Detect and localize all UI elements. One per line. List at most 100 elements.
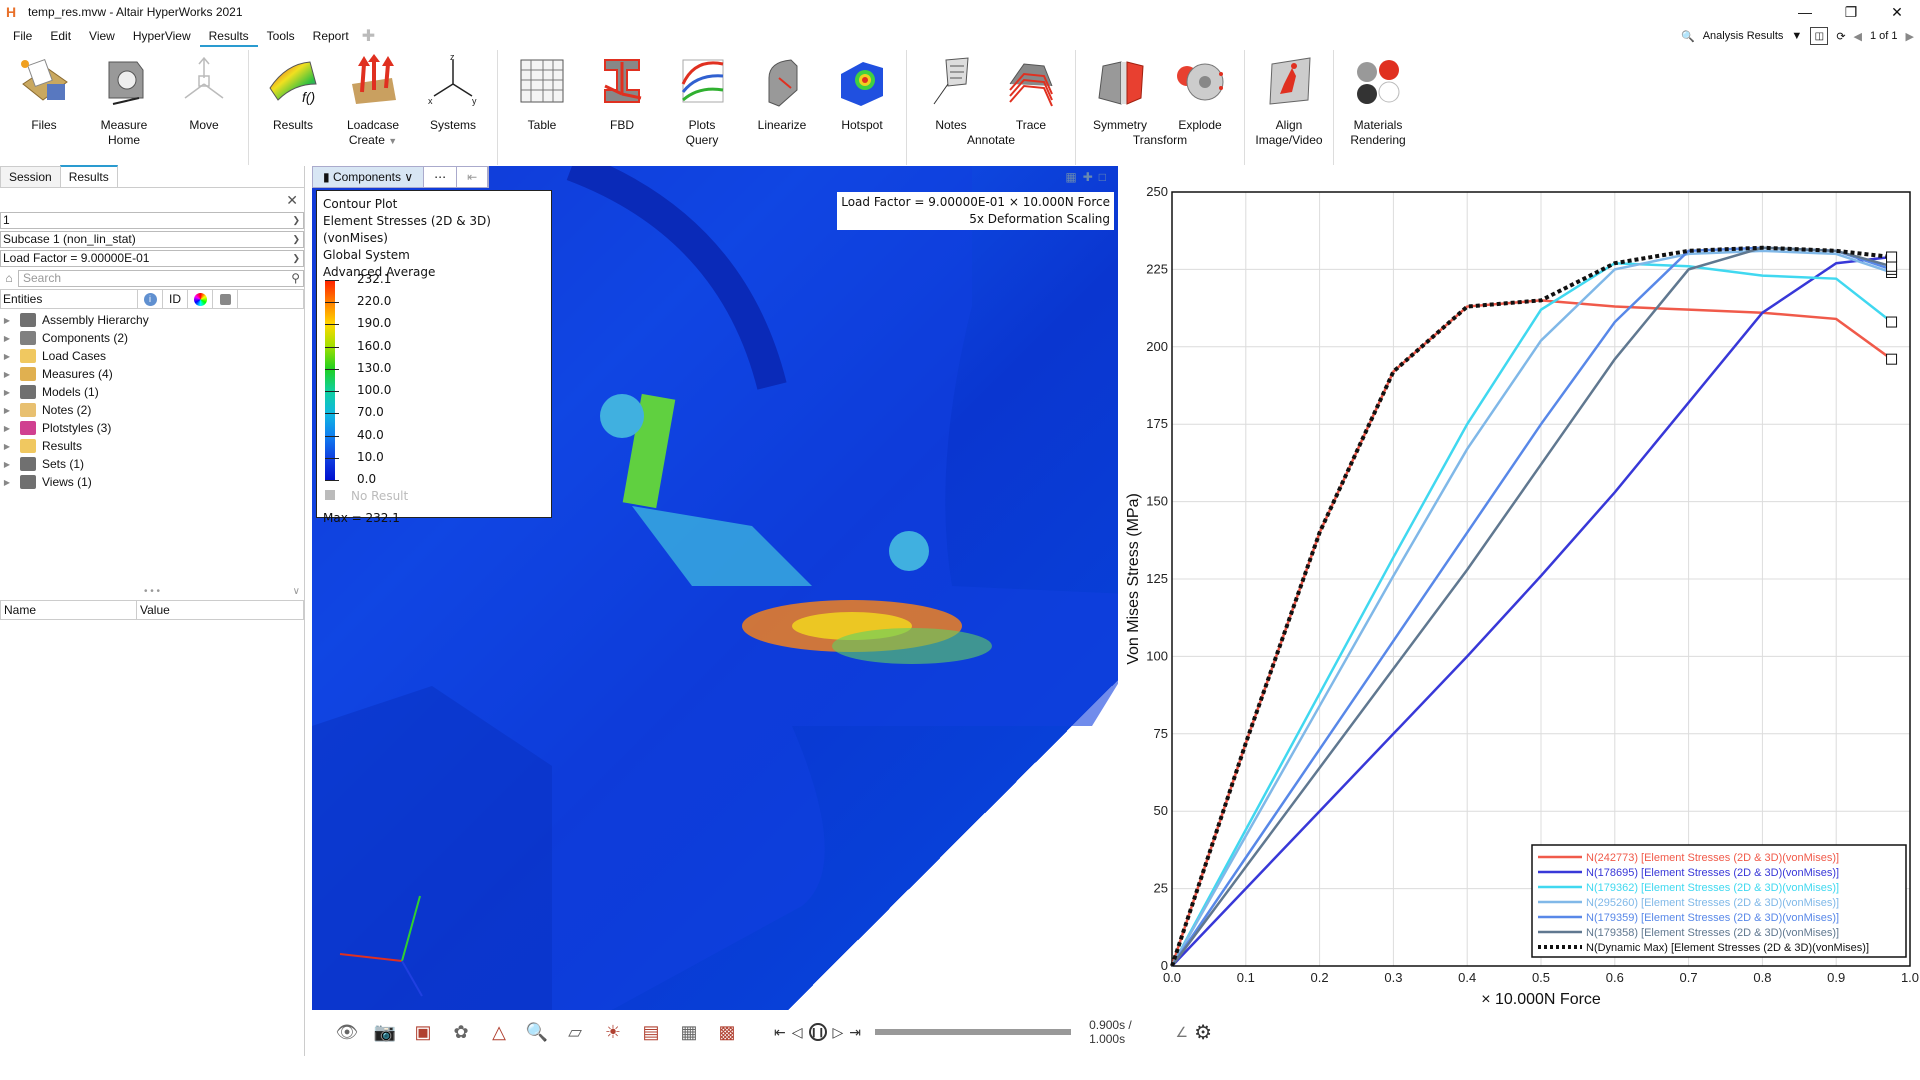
color-wheel-icon[interactable]: [188, 290, 213, 308]
eye-icon[interactable]: 👁: [328, 1017, 366, 1047]
expand-icon[interactable]: ▶: [0, 406, 14, 415]
contour-icon[interactable]: ☀: [594, 1017, 632, 1047]
expand-icon[interactable]: ▶: [0, 424, 14, 433]
results-tool[interactable]: f() Results: [253, 50, 333, 132]
component-selector[interactable]: ▮ Components ∨: [313, 167, 425, 187]
tree-item[interactable]: ▶ Measures (4): [0, 365, 304, 383]
cube-icon[interactable]: ▣: [404, 1017, 442, 1047]
close-button[interactable]: ✕: [1874, 0, 1920, 24]
explode-tool[interactable]: Explode: [1160, 50, 1240, 132]
tree-item[interactable]: ▶ Sets (1): [0, 455, 304, 473]
expand-icon[interactable]: ▶: [0, 334, 14, 343]
axes-icon[interactable]: △: [480, 1017, 518, 1047]
align-tool[interactable]: Align: [1249, 50, 1329, 132]
menu-file[interactable]: File: [4, 25, 41, 47]
frame-icon[interactable]: ▦: [670, 1017, 708, 1047]
group-label-imagevideo: Image/Video: [1255, 133, 1323, 147]
deform-icon[interactable]: ▤: [632, 1017, 670, 1047]
info-icon[interactable]: i: [138, 290, 163, 308]
box-icon[interactable]: ▩: [708, 1017, 746, 1047]
move-tool[interactable]: Move: [164, 50, 244, 132]
expand-icon[interactable]: ▶: [0, 352, 14, 361]
add-ribbon-icon[interactable]: ✚: [362, 26, 375, 46]
search-input[interactable]: Search ⚲: [18, 269, 304, 287]
last-frame-icon[interactable]: ⇥: [849, 1024, 861, 1041]
first-frame-icon[interactable]: ⇤: [774, 1024, 786, 1041]
plots-tool[interactable]: Plots: [662, 50, 742, 132]
easing-icon[interactable]: ∠: [1176, 1024, 1189, 1041]
tree-item-label: Components (2): [42, 331, 129, 345]
tab-results[interactable]: Results: [59, 165, 118, 187]
gear-icon[interactable]: ⚙: [1194, 1020, 1212, 1045]
home-icon[interactable]: ⌂: [0, 271, 18, 285]
color-wheel-icon[interactable]: ✿: [442, 1017, 480, 1047]
section-icon[interactable]: ▱: [556, 1017, 594, 1047]
restore-button[interactable]: ❐: [1828, 0, 1874, 24]
tree-item[interactable]: ▶ Plotstyles (3): [0, 419, 304, 437]
tree-item[interactable]: ▶ Assembly Hierarchy: [0, 311, 304, 329]
linearize-tool[interactable]: Linearize: [742, 50, 822, 132]
subcase-select[interactable]: Subcase 1 (non_lin_stat) ❯: [0, 231, 304, 248]
id-column[interactable]: ID: [163, 290, 188, 308]
expand-icon[interactable]: ▶: [0, 460, 14, 469]
loadcase-tool[interactable]: Loadcase: [333, 50, 413, 132]
tree-item[interactable]: ▶ Models (1): [0, 383, 304, 401]
camera-icon[interactable]: 📷: [366, 1017, 404, 1047]
prev-page-icon[interactable]: ◀: [1854, 30, 1862, 43]
page-selector[interactable]: Analysis Results: [1703, 30, 1784, 42]
layout-icon[interactable]: ◫: [1810, 27, 1829, 45]
window-title: temp_res.mvw - Altair HyperWorks 2021: [28, 5, 243, 19]
menu-edit[interactable]: Edit: [41, 25, 80, 47]
menu-report[interactable]: Report: [304, 25, 358, 47]
collapse-toolbar-button[interactable]: ⇤: [457, 167, 489, 187]
viewport-window-icons[interactable]: ▦✚□: [1065, 170, 1112, 184]
animation-slider[interactable]: [875, 1029, 1072, 1035]
menu-view[interactable]: View: [80, 25, 124, 47]
menu-tools[interactable]: Tools: [258, 25, 304, 47]
pause-icon[interactable]: ❙❙: [808, 1023, 827, 1041]
expand-icon[interactable]: ▶: [0, 478, 14, 487]
files-tool[interactable]: Files: [4, 50, 84, 132]
tree-item[interactable]: ▶ Notes (2): [0, 401, 304, 419]
step-select[interactable]: Load Factor = 9.00000E-01 ❯: [0, 250, 304, 267]
more-options-button[interactable]: ⋯: [424, 167, 458, 187]
menu-hyperview[interactable]: HyperView: [124, 25, 200, 47]
symmetry-tool[interactable]: Symmetry: [1080, 50, 1160, 132]
minimize-button[interactable]: —: [1782, 0, 1828, 24]
trace-tool[interactable]: Trace: [991, 50, 1071, 132]
hotspot-tool[interactable]: Hotspot: [822, 50, 902, 132]
tab-session[interactable]: Session: [0, 166, 61, 187]
svg-text:y: y: [472, 96, 477, 106]
prev-frame-icon[interactable]: ◁: [792, 1024, 803, 1041]
menu-results[interactable]: Results: [199, 25, 258, 47]
notes-tool[interactable]: Notes: [911, 50, 991, 132]
close-icon[interactable]: ✕: [286, 192, 298, 209]
color-bar-tick: [325, 413, 339, 415]
tree-item[interactable]: ▶ Views (1): [0, 473, 304, 491]
tree-item[interactable]: ▶ Load Cases: [0, 347, 304, 365]
tree-item[interactable]: ▶ Components (2): [0, 329, 304, 347]
table-tool[interactable]: Table: [502, 50, 582, 132]
panel-splitter[interactable]: • • • ∨: [0, 586, 304, 598]
3d-viewport[interactable]: ▮ Components ∨ ⋯ ⇤ ▦✚□ Contour Plot Elem…: [312, 166, 1118, 1010]
linearize-icon: [754, 50, 810, 112]
expand-icon[interactable]: ▶: [0, 316, 14, 325]
systems-tool[interactable]: z x y Systems: [413, 50, 493, 132]
next-frame-icon[interactable]: ▷: [833, 1024, 844, 1041]
page-refresh-icon[interactable]: ⟳: [1836, 30, 1845, 43]
expand-icon[interactable]: ▶: [0, 388, 14, 397]
materials-tool[interactable]: Materials: [1338, 50, 1418, 132]
model-select[interactable]: 1 ❯: [0, 212, 304, 229]
entities-column[interactable]: Entities: [1, 290, 138, 308]
stress-vs-force-chart[interactable]: 0.0 0.1 0.2 0.3 0.4 0.5 0.6 0.7 0.8 0.9 1.0 0 25 50 75…: [1120, 170, 1920, 1010]
expand-icon[interactable]: ▶: [0, 442, 14, 451]
zoom-icon[interactable]: 🔍: [518, 1017, 556, 1047]
fbd-tool[interactable]: FBD: [582, 50, 662, 132]
chevron-down-icon[interactable]: ▼: [1791, 30, 1802, 42]
next-page-icon[interactable]: ▶: [1906, 30, 1914, 43]
search-icon[interactable]: 🔍: [1681, 30, 1695, 43]
expand-icon[interactable]: ▶: [0, 370, 14, 379]
tree-item[interactable]: ▶ Results: [0, 437, 304, 455]
visibility-cube-icon[interactable]: [213, 290, 238, 308]
measure-tool[interactable]: Measure: [84, 50, 164, 132]
